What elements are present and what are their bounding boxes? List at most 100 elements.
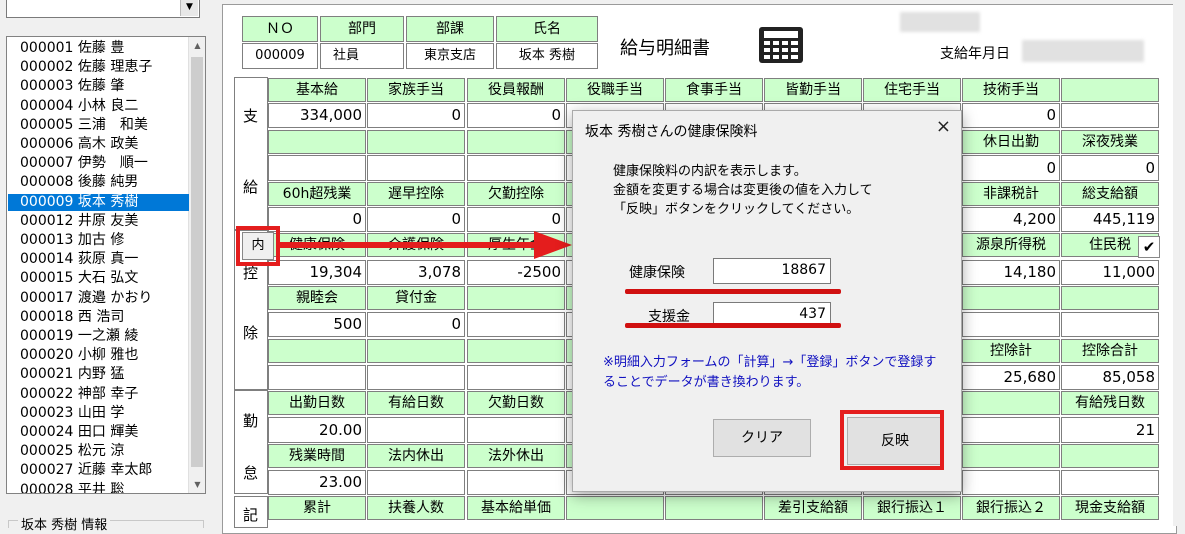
dialog-note-2: ることでデータが書き換わります。 <box>603 375 810 390</box>
resident-tax-check[interactable]: ✔ <box>1138 236 1160 258</box>
employee-list-item[interactable]: 000013 加古 修 <box>8 232 189 249</box>
scroll-up-icon[interactable]: ▲ <box>189 37 205 54</box>
grid-value-cell[interactable]: 25,680 <box>962 365 1060 390</box>
grid-value-cell[interactable]: 445,119 <box>1061 207 1159 232</box>
scroll-thumb[interactable] <box>191 57 203 467</box>
grid-header-cell <box>1061 78 1159 102</box>
grid-value-cell[interactable] <box>1061 103 1159 128</box>
grid-header-cell: 技術手当 <box>962 78 1060 102</box>
grid-value-cell[interactable] <box>467 155 565 181</box>
grid-value-cell[interactable]: 0 <box>467 103 565 128</box>
health-underline <box>625 289 841 294</box>
deduct-char-2: 除 <box>243 324 259 342</box>
employee-list-item[interactable]: 000019 一之瀬 綾 <box>8 328 189 345</box>
grid-value-cell[interactable]: 0 <box>962 155 1060 181</box>
scroll-down-icon[interactable]: ▼ <box>189 476 205 493</box>
employee-list-item[interactable]: 000024 田口 輝美 <box>8 424 189 441</box>
employee-list-item[interactable]: 000006 高木 政美 <box>8 136 189 153</box>
blurred-paydate <box>1022 40 1144 62</box>
grid-value-cell[interactable]: 20.00 <box>268 417 366 443</box>
employee-combo[interactable]: ▼ <box>6 0 200 18</box>
grid-value-cell[interactable] <box>962 470 1060 495</box>
employee-list-scrollbar[interactable]: ▲ ▼ <box>188 37 205 493</box>
grid-header-cell: 現金支給額 <box>1061 496 1159 520</box>
grid-header-cell: 皆勤手当 <box>764 78 862 102</box>
employee-list-item[interactable]: 000008 後藤 純男 <box>8 174 189 191</box>
employee-list[interactable]: ▲ ▼ 000001 佐藤 豊 000002 佐藤 理恵子 000003 佐藤 肇 0… <box>6 36 206 494</box>
grid-header-cell: 役職手当 <box>566 78 664 102</box>
chevron-down-icon[interactable]: ▼ <box>180 0 198 16</box>
employee-list-item[interactable]: 000005 三浦 和美 <box>8 117 189 134</box>
grid-value-cell[interactable] <box>268 365 366 390</box>
grid-header-cell <box>962 444 1060 468</box>
grid-header-cell: 食事手当 <box>665 78 763 102</box>
grid-header-cell: 役員報酬 <box>467 78 565 102</box>
grid-value-cell[interactable]: -2500 <box>467 260 565 285</box>
employee-list-item[interactable]: 000022 神部 幸子 <box>8 386 189 403</box>
calculator-icon[interactable] <box>757 26 805 64</box>
grid-value-cell[interactable]: 85,058 <box>1061 365 1159 390</box>
clear-button[interactable]: クリア <box>713 419 811 457</box>
employee-list-item[interactable]: 000001 佐藤 豊 <box>8 40 189 57</box>
employee-list-item[interactable]: 000018 西 浩司 <box>8 309 189 326</box>
grid-value-cell[interactable] <box>367 470 465 495</box>
grid-value-cell[interactable]: 19,304 <box>268 260 366 285</box>
name-header: 氏名 <box>496 16 598 42</box>
form-scrollbar[interactable] <box>1173 0 1185 526</box>
grid-header-cell: 欠勤控除 <box>467 182 565 206</box>
grid-value-cell[interactable]: 0 <box>367 312 465 337</box>
grid-value-cell[interactable]: 3,078 <box>367 260 465 285</box>
employee-list-item[interactable]: 000023 山田 学 <box>8 405 189 422</box>
employee-list-item[interactable]: 000009 坂本 秀樹 <box>8 193 189 211</box>
grid-value-cell[interactable]: 23.00 <box>268 470 366 495</box>
grid-value-cell[interactable] <box>467 312 565 337</box>
info-group-label: 坂本 秀樹 情報 <box>18 514 111 533</box>
employee-dept: 社員 <box>320 43 404 69</box>
grid-value-cell[interactable]: 0 <box>1061 155 1159 181</box>
dept-header: 部門 <box>320 16 404 42</box>
employee-list-item[interactable]: 000015 大石 弘文 <box>8 270 189 287</box>
employee-list-item[interactable]: 000014 荻原 真一 <box>8 251 189 268</box>
employee-list-item[interactable]: 000004 小林 良二 <box>8 98 189 115</box>
grid-value-cell[interactable]: 334,000 <box>268 103 366 128</box>
grid-value-cell[interactable]: 4,200 <box>962 207 1060 232</box>
grid-value-cell[interactable]: 21 <box>1061 417 1159 443</box>
grid-value-cell[interactable] <box>467 470 565 495</box>
grid-value-cell[interactable] <box>367 155 465 181</box>
grid-header-cell <box>268 130 366 154</box>
employee-list-item[interactable]: 000028 平井 聡 <box>8 482 189 493</box>
grid-header-cell: 貸付金 <box>367 286 465 310</box>
grid-value-cell[interactable] <box>467 417 565 443</box>
grid-value-cell[interactable] <box>962 312 1060 337</box>
grid-value-cell[interactable] <box>1061 470 1159 495</box>
dialog-line-1: 健康保険料の内訳を表示します。 <box>613 164 807 179</box>
grid-value-cell[interactable] <box>1061 312 1159 337</box>
grid-value-cell[interactable]: 0 <box>962 103 1060 128</box>
pay-char-1: 支 <box>243 107 259 125</box>
close-icon[interactable]: × <box>936 116 951 137</box>
grid-value-cell[interactable]: 0 <box>367 103 465 128</box>
grid-value-cell[interactable]: 500 <box>268 312 366 337</box>
grid-value-cell[interactable] <box>962 417 1060 443</box>
grid-value-cell[interactable]: 11,000 <box>1061 260 1159 285</box>
employee-list-item[interactable]: 000003 佐藤 肇 <box>8 78 189 95</box>
grid-value-cell[interactable] <box>367 417 465 443</box>
blurred-company <box>900 12 980 32</box>
employee-list-item[interactable]: 000021 内野 猛 <box>8 366 189 383</box>
dialog-line-2: 金額を変更する場合は変更後の値を入力して <box>613 183 873 198</box>
employee-list-item[interactable]: 000027 近藤 幸太郎 <box>8 462 189 479</box>
grid-header-cell <box>367 130 465 154</box>
grid-value-cell[interactable] <box>467 365 565 390</box>
employee-list-item[interactable]: 000017 渡邉 かおり <box>8 290 189 307</box>
grid-header-cell: 銀行振込１ <box>863 496 961 520</box>
paydate-label: 支給年月日 <box>940 46 1010 62</box>
employee-list-item[interactable]: 000002 佐藤 理恵子 <box>8 59 189 76</box>
employee-list-item[interactable]: 000012 井原 友美 <box>8 213 189 230</box>
grid-value-cell[interactable] <box>268 155 366 181</box>
grid-value-cell[interactable] <box>367 365 465 390</box>
employee-list-item[interactable]: 000025 松元 涼 <box>8 443 189 460</box>
health-input[interactable]: 18867 <box>713 258 831 284</box>
employee-list-item[interactable]: 000020 小柳 雅也 <box>8 347 189 364</box>
employee-list-item[interactable]: 000007 伊勢 順一 <box>8 155 189 172</box>
grid-value-cell[interactable]: 14,180 <box>962 260 1060 285</box>
